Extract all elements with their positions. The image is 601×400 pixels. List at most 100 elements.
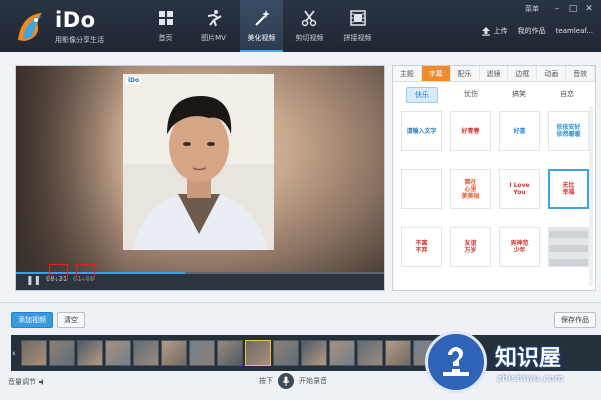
- sticker-item[interactable]: 请输入文字: [401, 111, 442, 151]
- tab-sound-effect[interactable]: 音效: [566, 66, 596, 81]
- timeline-thumbnail[interactable]: [301, 340, 327, 366]
- minimize-icon[interactable]: –: [551, 4, 563, 14]
- player-controls: [16, 272, 384, 290]
- scissors-icon: [301, 10, 316, 27]
- sticker-categories: 快乐 忧伤 搞笑 自恋: [393, 82, 595, 108]
- volume-control[interactable]: 音量调节: [8, 377, 46, 387]
- nav-home[interactable]: 首页: [144, 0, 187, 52]
- timeline-thumbnail[interactable]: [357, 340, 383, 366]
- nav-beautify-video-label: 美化视频: [247, 34, 276, 42]
- timeline-thumbnail[interactable]: [77, 340, 103, 366]
- progress-bar[interactable]: [16, 272, 384, 274]
- timeline-thumbnail[interactable]: [329, 340, 355, 366]
- portrait-image: [123, 74, 274, 250]
- add-video-button[interactable]: 添加视频: [11, 312, 53, 328]
- sticker-item[interactable]: [548, 227, 589, 267]
- top-bar: iDo 用影像分享生活 首页 图片MV 美化视频 剪切视频 拼接视频 菜单 – …: [0, 0, 601, 52]
- pause-icon[interactable]: ❚❚: [26, 276, 41, 286]
- nav-photo-mv[interactable]: 图片MV: [192, 0, 235, 52]
- effects-panel: 主题 字幕 配乐 滤镜 边框 动画 音效 快乐 忧伤 搞笑 自恋 请输入文字 好青…: [392, 65, 596, 291]
- sticker-grid: 请输入文字 好青春 好喜 依依安好 依然暖暖窝在 心里 美美哒 I Love You 无比…: [401, 111, 591, 267]
- timeline-thumbnail[interactable]: [245, 340, 271, 366]
- timeline-thumbnail[interactable]: [217, 340, 243, 366]
- sticker-item[interactable]: 好青春: [450, 111, 491, 151]
- annotation-box-current: [49, 264, 68, 280]
- nav-cut-video-label: 剪切视频: [295, 34, 324, 42]
- category-funny[interactable]: 搞笑: [504, 87, 534, 103]
- bird-logo-icon: [18, 13, 42, 41]
- category-sad[interactable]: 忧伤: [456, 87, 486, 103]
- sticker-text: I Love You: [509, 182, 530, 196]
- record-label: 开始录音: [299, 377, 327, 385]
- site-watermark: 知识屋 zhishiwu.com: [425, 331, 601, 400]
- microphone-icon[interactable]: [278, 373, 294, 389]
- save-work-button[interactable]: 保存作品: [554, 312, 596, 328]
- sticker-item[interactable]: 友谊 万岁: [450, 227, 491, 267]
- nav-join-video-label: 拼接视频: [343, 34, 372, 42]
- grid-icon: [158, 11, 173, 25]
- sticker-text: 不离 不弃: [415, 240, 428, 254]
- timeline-thumbnail[interactable]: [385, 340, 411, 366]
- magic-wand-icon: [254, 10, 270, 26]
- video-stage[interactable]: iDo: [16, 66, 384, 272]
- nav-beautify-video[interactable]: 美化视频: [240, 0, 283, 52]
- tab-music[interactable]: 配乐: [451, 66, 480, 81]
- nav-join-video[interactable]: 拼接视频: [336, 0, 379, 52]
- window-controls: 菜单 – □ ✕: [525, 4, 595, 14]
- sticker-text: 好青春: [461, 127, 480, 135]
- video-preview: iDo ❚❚ 00:31 01:08: [15, 65, 385, 291]
- sticker-item[interactable]: 依依安好 依然暖暖: [548, 111, 589, 151]
- sticker-text: 依依安好 依然暖暖: [556, 124, 581, 138]
- photo-logo: iDo: [126, 77, 142, 84]
- upload-button[interactable]: 上传: [481, 26, 508, 36]
- volume-label: 音量调节: [8, 378, 36, 386]
- timeline-thumbnail[interactable]: [105, 340, 131, 366]
- category-happy[interactable]: 快乐: [406, 87, 438, 103]
- sticker-text: 男神范 少年: [510, 240, 529, 254]
- sticker-item[interactable]: [401, 169, 442, 209]
- timeline-thumbnail[interactable]: [273, 340, 299, 366]
- sticker-item[interactable]: 窝在 心里 美美哒: [450, 169, 491, 209]
- timeline-thumbnail[interactable]: [49, 340, 75, 366]
- sticker-text: 窝在 心里 美美哒: [461, 178, 480, 200]
- tab-animation[interactable]: 动画: [537, 66, 567, 81]
- panel-scrollbar[interactable]: [589, 106, 593, 286]
- sticker-item[interactable]: 无比 幸福: [548, 169, 589, 209]
- menu-button[interactable]: 菜单: [525, 4, 539, 14]
- effects-tabs: 主题 字幕 配乐 滤镜 边框 动画 音效: [393, 66, 596, 82]
- sticker-item[interactable]: 男神范 少年: [499, 227, 540, 267]
- tab-theme[interactable]: 主题: [393, 66, 422, 81]
- sticker-text: 无比 幸福: [562, 182, 575, 196]
- nav-cut-video[interactable]: 剪切视频: [288, 0, 331, 52]
- annotation-box-total: [76, 264, 95, 280]
- clear-button[interactable]: 清空: [57, 312, 85, 328]
- lightbulb-logo-icon: [425, 331, 487, 393]
- tab-filter[interactable]: 滤镜: [480, 66, 509, 81]
- pixelated-sticker: [549, 228, 588, 266]
- app-slogan: 用影像分享生活: [55, 36, 104, 44]
- timeline-thumbnail[interactable]: [133, 340, 159, 366]
- maximize-icon[interactable]: □: [567, 4, 579, 14]
- blurred-background: [16, 66, 126, 272]
- press-label: 按下: [259, 377, 273, 385]
- username-label[interactable]: teamleaf...: [556, 27, 593, 35]
- my-works-link[interactable]: 我的作品: [518, 26, 546, 36]
- tab-border[interactable]: 边框: [508, 66, 538, 81]
- sticker-item[interactable]: 好喜: [499, 111, 540, 151]
- figure-icon: [207, 10, 222, 27]
- top-actions: 上传 我的作品 teamleaf...: [481, 26, 593, 36]
- watermark-title: 知识屋: [495, 346, 562, 371]
- category-narcissistic[interactable]: 自恋: [552, 87, 582, 103]
- sticker-item[interactable]: I Love You: [499, 169, 540, 209]
- timeline-thumbnail[interactable]: [161, 340, 187, 366]
- timeline-thumbnail[interactable]: [21, 340, 47, 366]
- main-nav: 首页 图片MV 美化视频 剪切视频 拼接视频: [144, 0, 384, 52]
- tab-subtitle[interactable]: 字幕: [421, 66, 451, 81]
- upload-icon: [481, 27, 490, 36]
- watermark-url: zhishiwu.com: [497, 374, 564, 384]
- sticker-item[interactable]: 不离 不弃: [401, 227, 442, 267]
- sticker-text: 请输入文字: [406, 127, 437, 135]
- timeline-thumbnail[interactable]: [189, 340, 215, 366]
- close-icon[interactable]: ✕: [583, 4, 595, 14]
- chevron-left-icon[interactable]: ‹: [12, 349, 16, 359]
